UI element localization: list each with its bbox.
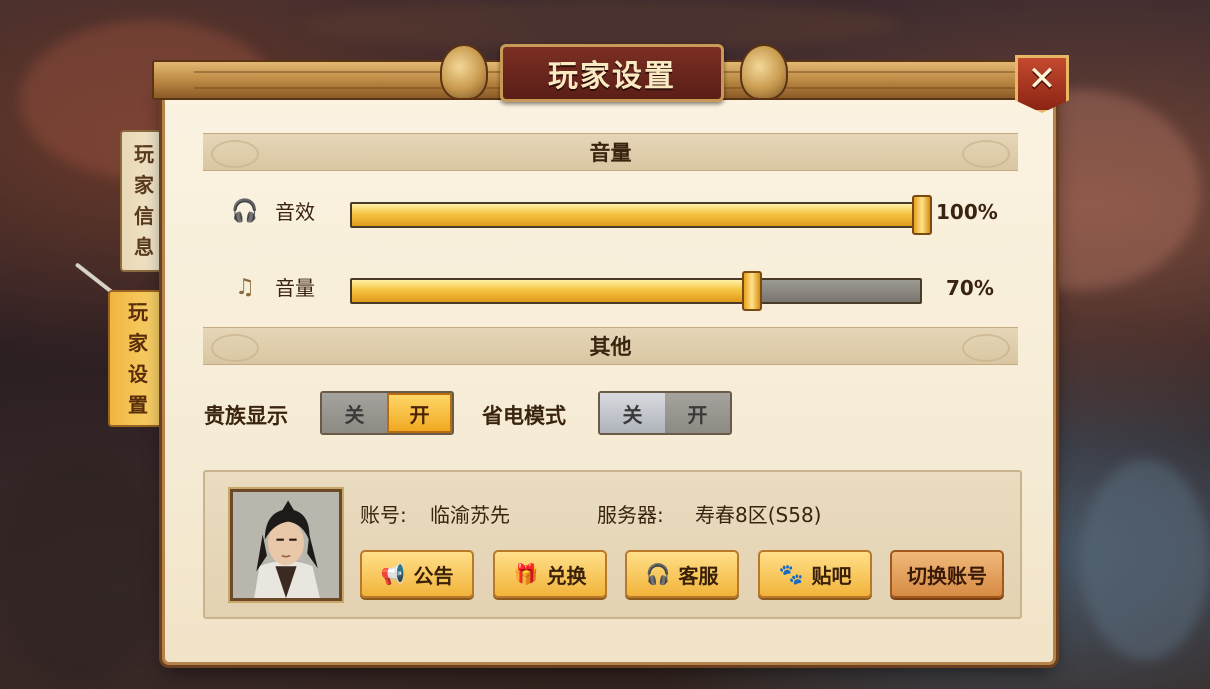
avatar[interactable] <box>228 487 344 603</box>
power-saving-toggle[interactable]: 关 开 <box>598 391 732 435</box>
tab-char: 信 <box>134 204 154 228</box>
volume-section-title: 音量 <box>589 141 632 165</box>
avatar-portrait <box>233 492 339 598</box>
switch-account-label: 切换账号 <box>907 563 987 588</box>
cloud-ornament-icon <box>962 334 1010 362</box>
announcement-label: 公告 <box>413 563 454 588</box>
music-volume-slider[interactable] <box>350 271 922 311</box>
sound-effects-percent: 100% <box>936 200 998 224</box>
forum-button[interactable]: 🐾 贴吧 <box>758 550 872 598</box>
redeem-label: 兑换 <box>546 563 587 588</box>
tab-char: 设 <box>128 361 148 386</box>
title-plaque: 玩家设置 <box>500 44 724 102</box>
slider-fill <box>352 280 750 302</box>
music-note-icon: ♫ <box>235 275 255 300</box>
music-volume-label: 音量 <box>275 276 315 300</box>
switch-account-button[interactable]: 切换账号 <box>890 550 1004 598</box>
tab-char: 家 <box>134 173 154 197</box>
noble-display-on-option[interactable]: 开 <box>387 393 452 433</box>
volume-section-header: 音量 <box>203 133 1018 171</box>
noble-display-off-option[interactable]: 关 <box>322 393 387 433</box>
tab-char: 息 <box>134 235 154 259</box>
close-icon: ✕ <box>1027 59 1057 99</box>
slider-fill <box>352 204 920 226</box>
other-section-header: 其他 <box>203 327 1018 365</box>
dragon-ornament-right-icon <box>740 44 788 100</box>
cloud-ornament-icon <box>962 140 1010 168</box>
slider-thumb[interactable] <box>741 271 762 311</box>
tab-char: 玩 <box>128 299 148 324</box>
power-saving-on-option[interactable]: 开 <box>665 393 730 433</box>
headset-icon: 🎧 <box>645 562 671 586</box>
dragon-ornament-left-icon <box>440 44 488 100</box>
music-volume-percent: 70% <box>946 276 994 300</box>
power-saving-label: 省电模式 <box>482 404 566 428</box>
cloud-ornament-icon <box>211 334 259 362</box>
noble-display-toggle[interactable]: 关 开 <box>320 391 454 435</box>
headphones-icon: 🎧 <box>231 199 259 224</box>
tab-char: 玩 <box>134 142 154 166</box>
customer-service-button[interactable]: 🎧 客服 <box>625 550 739 598</box>
power-saving-off-option[interactable]: 关 <box>600 393 665 433</box>
announcement-button[interactable]: 📢 公告 <box>360 550 474 598</box>
tab-player-info[interactable]: 玩 家 信 息 <box>120 130 166 272</box>
account-label: 账号: <box>360 503 407 527</box>
gift-icon: 🎁 <box>513 562 539 586</box>
megaphone-icon: 📢 <box>380 562 406 586</box>
paw-icon: 🐾 <box>778 562 804 586</box>
sound-effects-slider[interactable] <box>350 195 932 235</box>
sound-effects-row: 🎧 音效 100% <box>230 192 1010 235</box>
server-name: 寿春8区(S58) <box>695 503 822 527</box>
cloud-ornament-icon <box>211 140 259 168</box>
noble-display-label: 贵族显示 <box>204 404 288 428</box>
customer-service-label: 客服 <box>678 563 719 588</box>
tab-player-settings[interactable]: 玩 家 设 置 <box>108 290 166 427</box>
slider-thumb[interactable] <box>912 195 932 235</box>
music-volume-row: ♫ 音量 70% <box>230 268 1010 311</box>
forum-label: 贴吧 <box>811 563 852 588</box>
other-section-title: 其他 <box>589 335 632 359</box>
sound-effects-label: 音效 <box>275 200 315 224</box>
page-title: 玩家设置 <box>548 59 676 94</box>
redeem-button[interactable]: 🎁 兑换 <box>493 550 607 598</box>
server-label: 服务器: <box>597 503 664 527</box>
tab-char: 家 <box>128 330 148 355</box>
account-box: 账号: 临渝苏先 服务器: 寿春8区(S58) 📢 公告 🎁 兑换 🎧 客服 🐾… <box>203 470 1022 619</box>
tab-char: 置 <box>128 392 148 417</box>
account-name: 临渝苏先 <box>430 503 510 527</box>
